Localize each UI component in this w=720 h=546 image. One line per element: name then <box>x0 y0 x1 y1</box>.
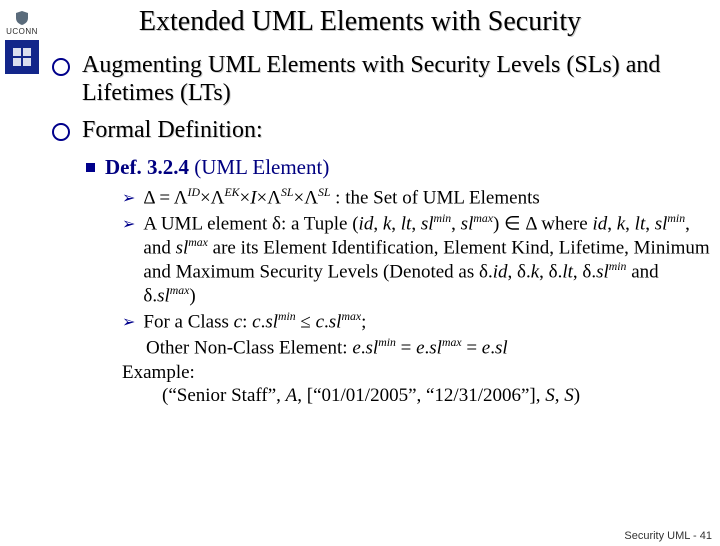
bullet-2-text: Formal Definition: <box>82 117 263 145</box>
point-3: ➢ For a Class c: c.slmin ≤ c.slmax; <box>122 310 710 334</box>
bullet-1-text: Augmenting UML Elements with Security Le… <box>82 52 710 107</box>
def-tail: (UML Element) <box>189 155 329 179</box>
circle-bullet-icon <box>52 123 70 141</box>
shield-icon <box>14 10 30 26</box>
secondary-logo <box>5 40 39 74</box>
example-body-row: (“Senior Staff”, A, [“01/01/2005”, “12/3… <box>122 384 710 408</box>
uconn-logo: UCONN <box>0 10 44 36</box>
def-label: Def. 3.2.4 <box>105 155 189 179</box>
point-3b: Other Non-Class Element: e.slmin = e.slm… <box>122 336 710 360</box>
arrow-bullet-icon: ➢ <box>122 312 135 332</box>
arrow-bullet-icon: ➢ <box>122 188 135 208</box>
example-body: (“Senior Staff”, A, [“01/01/2005”, “12/3… <box>162 384 580 408</box>
slide-body: Augmenting UML Elements with Security Le… <box>52 52 710 408</box>
uconn-text: UCONN <box>6 27 38 36</box>
def-details: ➢ Δ = ΛID×ΛEK×I×ΛSL×ΛSL : the Set of UML… <box>122 186 710 408</box>
point-1-text: Δ = ΛID×ΛEK×I×ΛSL×ΛSL : the Set of UML E… <box>143 186 539 210</box>
arrow-bullet-icon: ➢ <box>122 214 135 234</box>
point-2-text: A UML element δ: a Tuple (id, k, lt, slm… <box>143 212 710 308</box>
point-2: ➢ A UML element δ: a Tuple (id, k, lt, s… <box>122 212 710 308</box>
circle-bullet-icon <box>52 58 70 76</box>
point-1: ➢ Δ = ΛID×ΛEK×I×ΛSL×ΛSL : the Set of UML… <box>122 186 710 210</box>
example-label: Example: <box>122 361 195 385</box>
slide-title: Extended UML Elements with Security <box>0 6 720 38</box>
def-text: Def. 3.2.4 (UML Element) <box>105 155 329 180</box>
point-3-text: For a Class c: c.slmin ≤ c.slmax; <box>143 310 366 334</box>
bullet-2: Formal Definition: <box>52 117 710 145</box>
def-line: Def. 3.2.4 (UML Element) <box>86 155 710 180</box>
slide-footer: Security UML - 41 <box>624 530 712 542</box>
logo-column: UCONN <box>0 6 44 74</box>
bullet-1: Augmenting UML Elements with Security Le… <box>52 52 710 107</box>
grid-icon <box>11 46 33 68</box>
example-label-row: Example: <box>122 361 710 385</box>
square-bullet-icon <box>86 163 95 172</box>
point-3b-text: Other Non-Class Element: e.slmin = e.slm… <box>146 336 508 360</box>
